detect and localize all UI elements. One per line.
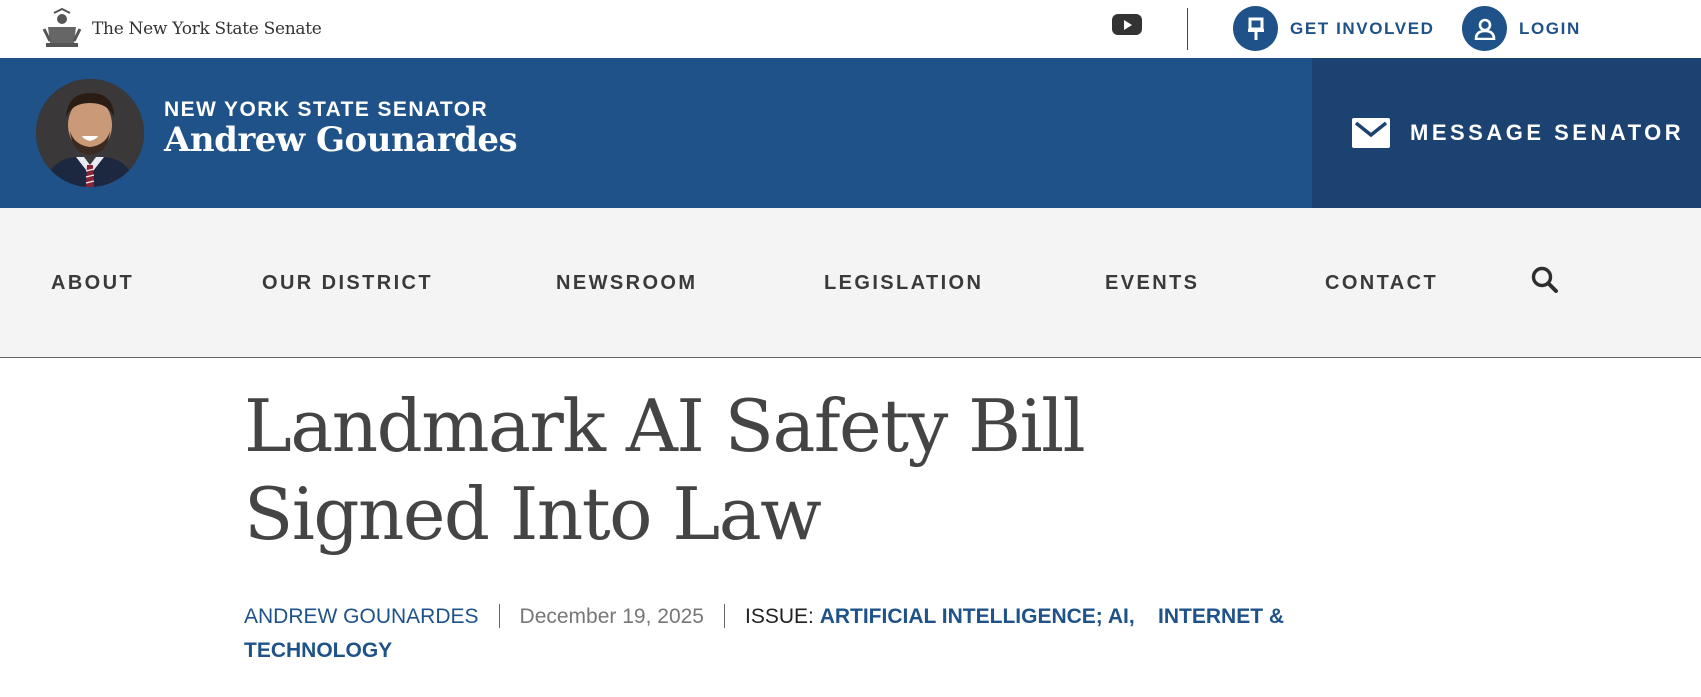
publish-date: December 19, 2025 (519, 605, 704, 628)
nav-item-our-district[interactable]: OUR DISTRICT (262, 272, 433, 295)
youtube-icon[interactable] (1112, 14, 1142, 35)
user-icon (1462, 6, 1507, 51)
login-link[interactable]: LOGIN (1462, 6, 1581, 51)
senator-title: NEW YORK STATE SENATOR (164, 98, 489, 121)
nav-item-legislation[interactable]: LEGISLATION (824, 272, 983, 295)
meta-divider (723, 604, 725, 628)
main-navigation: ABOUT OUR DISTRICT NEWSROOM LEGISLATION … (0, 208, 1701, 358)
message-senator-label: MESSAGE SENATOR (1410, 120, 1685, 145)
site-name: The New York State Senate (92, 19, 322, 39)
author-link[interactable]: ANDREW GOUNARDES (244, 605, 479, 628)
issue-label: ISSUE: (744, 605, 814, 628)
senator-name[interactable]: Andrew Gounardes (164, 120, 518, 160)
issue-separator: , (1128, 605, 1135, 628)
envelope-icon (1352, 118, 1390, 148)
utility-bar: The New York State Senate GET INVOLVED L… (0, 0, 1701, 58)
issue-link-artificial-intelligence[interactable]: ARTIFICIAL INTELLIGENCE; AI (820, 605, 1129, 628)
pin-icon (1233, 6, 1278, 51)
nav-item-events[interactable]: EVENTS (1105, 272, 1199, 295)
get-involved-link[interactable]: GET INVOLVED (1233, 6, 1435, 51)
senate-home-link[interactable]: The New York State Senate (40, 7, 322, 51)
ny-state-seal-icon (42, 7, 82, 47)
meta-divider (498, 604, 500, 628)
nav-item-about[interactable]: ABOUT (51, 272, 134, 295)
nav-item-contact[interactable]: CONTACT (1325, 272, 1438, 295)
message-senator-button[interactable]: MESSAGE SENATOR (1312, 58, 1701, 208)
login-label: LOGIN (1519, 18, 1581, 38)
article-meta: ANDREW GOUNARDES December 19, 2025 ISSUE: … (244, 600, 1294, 668)
senator-banner: NEW YORK STATE SENATOR Andrew Gounardes … (0, 58, 1701, 208)
divider (1187, 8, 1188, 50)
nav-item-newsroom[interactable]: NEWSROOM (556, 272, 697, 295)
article-headline: Landmark AI Safety Bill Signed Into Law (244, 384, 1086, 556)
senator-portrait[interactable] (36, 79, 144, 187)
get-involved-label: GET INVOLVED (1290, 18, 1435, 38)
search-icon[interactable] (1530, 265, 1560, 295)
